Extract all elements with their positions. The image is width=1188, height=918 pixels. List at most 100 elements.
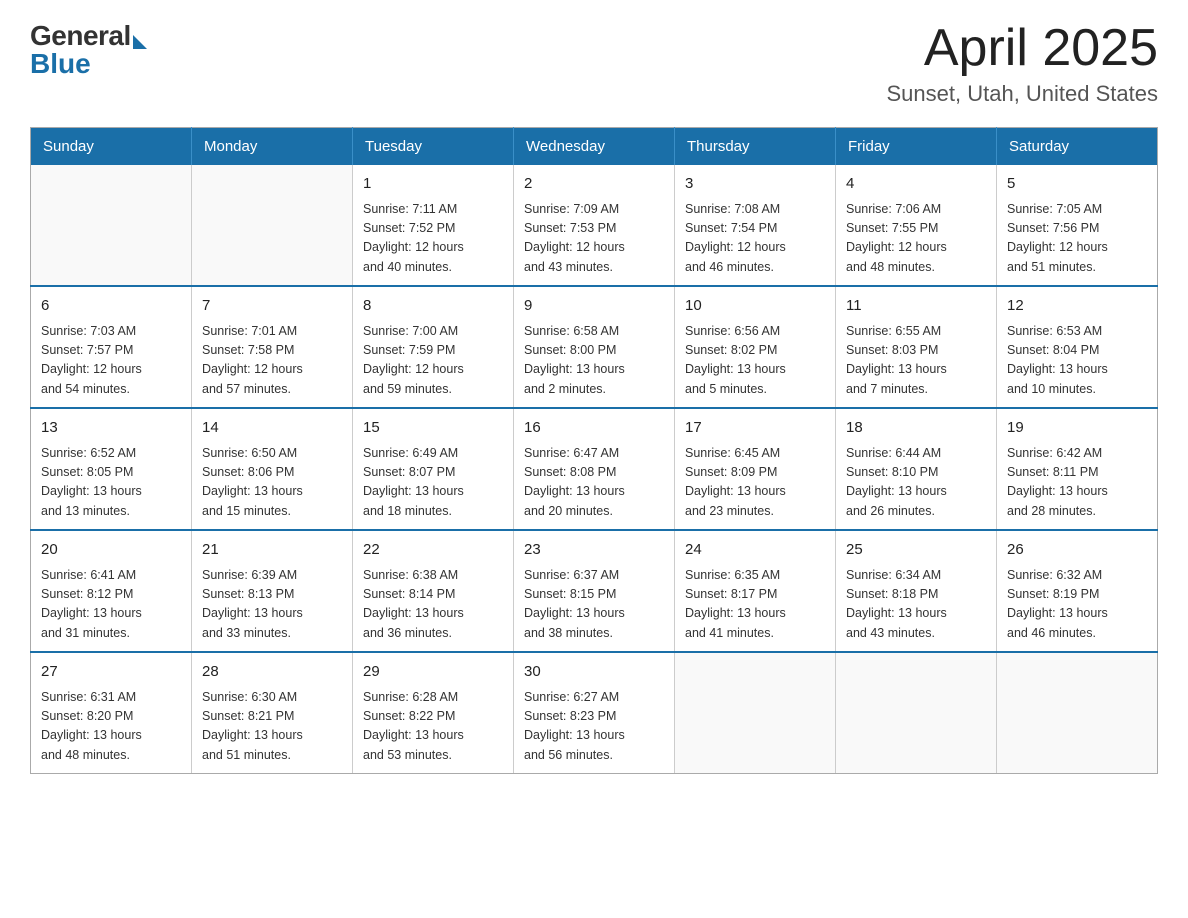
day-number: 8	[363, 295, 503, 318]
day-info: Sunrise: 7:05 AM Sunset: 7:56 PM Dayligh…	[1007, 200, 1147, 278]
day-info: Sunrise: 6:47 AM Sunset: 8:08 PM Dayligh…	[524, 444, 664, 522]
calendar-day-cell: 14 Sunrise: 6:50 AM Sunset: 8:06 PM Dayli…	[192, 408, 353, 530]
logo-triangle-icon	[133, 35, 147, 49]
day-number: 20	[41, 539, 181, 562]
day-number: 27	[41, 661, 181, 684]
page-title: April 2025	[887, 20, 1159, 77]
day-number: 10	[685, 295, 825, 318]
weekday-header-sunday: Sunday	[31, 128, 192, 166]
page-subtitle: Sunset, Utah, United States	[887, 81, 1159, 107]
day-number: 28	[202, 661, 342, 684]
day-info: Sunrise: 6:38 AM Sunset: 8:14 PM Dayligh…	[363, 566, 503, 644]
day-info: Sunrise: 7:08 AM Sunset: 7:54 PM Dayligh…	[685, 200, 825, 278]
calendar-day-cell: 29 Sunrise: 6:28 AM Sunset: 8:22 PM Dayli…	[353, 652, 514, 774]
day-info: Sunrise: 6:37 AM Sunset: 8:15 PM Dayligh…	[524, 566, 664, 644]
calendar-day-cell: 23 Sunrise: 6:37 AM Sunset: 8:15 PM Dayli…	[514, 530, 675, 652]
logo-general-text: General	[30, 20, 131, 51]
day-number: 12	[1007, 295, 1147, 318]
calendar-day-cell: 12Sunrise: 6:53 AM Sunset: 8:04 PM Dayli…	[997, 286, 1158, 408]
day-number: 18	[846, 417, 986, 440]
page-header: General Blue April 2025 Sunset, Utah, Un…	[30, 20, 1158, 107]
calendar-day-cell: 30 Sunrise: 6:27 AM Sunset: 8:23 PM Dayli…	[514, 652, 675, 774]
day-info: Sunrise: 7:03 AM Sunset: 7:57 PM Dayligh…	[41, 322, 181, 400]
day-info: Sunrise: 6:32 AM Sunset: 8:19 PM Dayligh…	[1007, 566, 1147, 644]
day-info: Sunrise: 7:09 AM Sunset: 7:53 PM Dayligh…	[524, 200, 664, 278]
day-info: Sunrise: 7:01 AM Sunset: 7:58 PM Dayligh…	[202, 322, 342, 400]
calendar-day-cell: 19Sunrise: 6:42 AM Sunset: 8:11 PM Dayli…	[997, 408, 1158, 530]
day-number: 6	[41, 295, 181, 318]
calendar-day-cell: 22 Sunrise: 6:38 AM Sunset: 8:14 PM Dayli…	[353, 530, 514, 652]
calendar-day-cell: 26 Sunrise: 6:32 AM Sunset: 8:19 PM Dayli…	[997, 530, 1158, 652]
day-number: 24	[685, 539, 825, 562]
calendar-week-row: 13Sunrise: 6:52 AM Sunset: 8:05 PM Dayli…	[31, 408, 1158, 530]
day-number: 22	[363, 539, 503, 562]
weekday-header-tuesday: Tuesday	[353, 128, 514, 166]
weekday-header-thursday: Thursday	[675, 128, 836, 166]
calendar-day-cell	[675, 652, 836, 774]
calendar-day-cell: 16 Sunrise: 6:47 AM Sunset: 8:08 PM Dayli…	[514, 408, 675, 530]
calendar-day-cell: 4 Sunrise: 7:06 AM Sunset: 7:55 PM Daylig…	[836, 165, 997, 286]
day-info: Sunrise: 6:58 AM Sunset: 8:00 PM Dayligh…	[524, 322, 664, 400]
day-info: Sunrise: 6:56 AM Sunset: 8:02 PM Dayligh…	[685, 322, 825, 400]
day-info: Sunrise: 6:50 AM Sunset: 8:06 PM Dayligh…	[202, 444, 342, 522]
day-number: 5	[1007, 173, 1147, 196]
calendar-header-row: SundayMondayTuesdayWednesdayThursdayFrid…	[31, 128, 1158, 166]
day-number: 15	[363, 417, 503, 440]
calendar-day-cell: 20 Sunrise: 6:41 AM Sunset: 8:12 PM Dayli…	[31, 530, 192, 652]
day-number: 23	[524, 539, 664, 562]
calendar-day-cell: 11 Sunrise: 6:55 AM Sunset: 8:03 PM Dayli…	[836, 286, 997, 408]
day-info: Sunrise: 6:34 AM Sunset: 8:18 PM Dayligh…	[846, 566, 986, 644]
title-block: April 2025 Sunset, Utah, United States	[887, 20, 1159, 107]
calendar-day-cell: 18Sunrise: 6:44 AM Sunset: 8:10 PM Dayli…	[836, 408, 997, 530]
day-number: 21	[202, 539, 342, 562]
calendar-week-row: 1Sunrise: 7:11 AM Sunset: 7:52 PM Daylig…	[31, 165, 1158, 286]
calendar-day-cell: 25 Sunrise: 6:34 AM Sunset: 8:18 PM Dayli…	[836, 530, 997, 652]
calendar-day-cell: 7 Sunrise: 7:01 AM Sunset: 7:58 PM Daylig…	[192, 286, 353, 408]
day-number: 14	[202, 417, 342, 440]
calendar-day-cell: 9Sunrise: 6:58 AM Sunset: 8:00 PM Daylig…	[514, 286, 675, 408]
day-number: 17	[685, 417, 825, 440]
calendar-day-cell	[836, 652, 997, 774]
calendar-day-cell: 21 Sunrise: 6:39 AM Sunset: 8:13 PM Dayli…	[192, 530, 353, 652]
day-number: 1	[363, 173, 503, 196]
day-info: Sunrise: 6:39 AM Sunset: 8:13 PM Dayligh…	[202, 566, 342, 644]
day-info: Sunrise: 6:49 AM Sunset: 8:07 PM Dayligh…	[363, 444, 503, 522]
day-info: Sunrise: 6:31 AM Sunset: 8:20 PM Dayligh…	[41, 688, 181, 766]
calendar-day-cell: 8 Sunrise: 7:00 AM Sunset: 7:59 PM Daylig…	[353, 286, 514, 408]
day-info: Sunrise: 6:42 AM Sunset: 8:11 PM Dayligh…	[1007, 444, 1147, 522]
day-info: Sunrise: 6:27 AM Sunset: 8:23 PM Dayligh…	[524, 688, 664, 766]
day-number: 16	[524, 417, 664, 440]
logo: General Blue	[30, 20, 147, 80]
calendar-day-cell: 1Sunrise: 7:11 AM Sunset: 7:52 PM Daylig…	[353, 165, 514, 286]
day-number: 30	[524, 661, 664, 684]
day-number: 11	[846, 295, 986, 318]
calendar-day-cell	[997, 652, 1158, 774]
weekday-header-wednesday: Wednesday	[514, 128, 675, 166]
weekday-header-monday: Monday	[192, 128, 353, 166]
calendar-day-cell: 27 Sunrise: 6:31 AM Sunset: 8:20 PM Dayli…	[31, 652, 192, 774]
day-number: 7	[202, 295, 342, 318]
day-number: 3	[685, 173, 825, 196]
day-info: Sunrise: 6:45 AM Sunset: 8:09 PM Dayligh…	[685, 444, 825, 522]
day-info: Sunrise: 6:28 AM Sunset: 8:22 PM Dayligh…	[363, 688, 503, 766]
day-number: 2	[524, 173, 664, 196]
calendar-day-cell: 3 Sunrise: 7:08 AM Sunset: 7:54 PM Daylig…	[675, 165, 836, 286]
calendar-day-cell: 5 Sunrise: 7:05 AM Sunset: 7:56 PM Daylig…	[997, 165, 1158, 286]
calendar-day-cell: 17 Sunrise: 6:45 AM Sunset: 8:09 PM Dayli…	[675, 408, 836, 530]
calendar-table: SundayMondayTuesdayWednesdayThursdayFrid…	[30, 127, 1158, 774]
day-info: Sunrise: 6:41 AM Sunset: 8:12 PM Dayligh…	[41, 566, 181, 644]
day-number: 4	[846, 173, 986, 196]
calendar-day-cell: 13Sunrise: 6:52 AM Sunset: 8:05 PM Dayli…	[31, 408, 192, 530]
day-info: Sunrise: 6:30 AM Sunset: 8:21 PM Dayligh…	[202, 688, 342, 766]
day-info: Sunrise: 7:00 AM Sunset: 7:59 PM Dayligh…	[363, 322, 503, 400]
day-info: Sunrise: 6:55 AM Sunset: 8:03 PM Dayligh…	[846, 322, 986, 400]
calendar-day-cell	[192, 165, 353, 286]
calendar-day-cell: 2 Sunrise: 7:09 AM Sunset: 7:53 PM Daylig…	[514, 165, 675, 286]
day-number: 13	[41, 417, 181, 440]
day-info: Sunrise: 7:06 AM Sunset: 7:55 PM Dayligh…	[846, 200, 986, 278]
logo-blue-text: Blue	[30, 48, 147, 80]
day-number: 26	[1007, 539, 1147, 562]
day-number: 25	[846, 539, 986, 562]
calendar-week-row: 27 Sunrise: 6:31 AM Sunset: 8:20 PM Dayli…	[31, 652, 1158, 774]
day-number: 29	[363, 661, 503, 684]
